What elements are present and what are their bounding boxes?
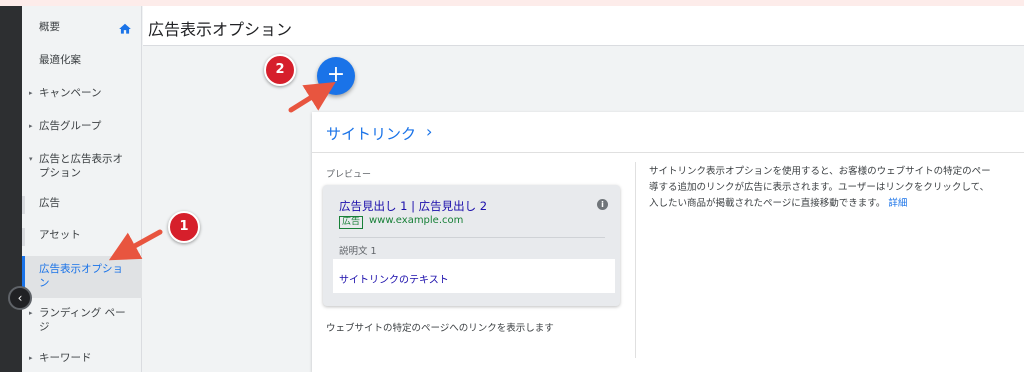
details-link[interactable]: 詳細 bbox=[888, 198, 907, 209]
ad-description: 説明文 1 bbox=[339, 246, 377, 257]
card-footer-text: ウェブサイトの特定のページへのリンクを表示します bbox=[326, 323, 554, 334]
sitelink-text: サイトリンクのテキスト bbox=[339, 275, 449, 286]
caret-right-icon: ▸ bbox=[29, 122, 33, 130]
add-button[interactable]: + bbox=[317, 57, 355, 95]
sitelink-preview: サイトリンクのテキスト bbox=[333, 259, 615, 293]
divider bbox=[312, 152, 1024, 153]
chevron-left-icon: ‹ bbox=[17, 291, 23, 305]
arrow-2 bbox=[288, 82, 336, 113]
caret-right-icon: ▸ bbox=[29, 354, 33, 362]
ad-badge: 広告 bbox=[339, 216, 364, 229]
card-title-link[interactable]: サイトリンク bbox=[326, 123, 416, 144]
home-icon bbox=[119, 23, 131, 34]
sidebar: 概要 最適化案 ▸ キャンペーン ▸ 広告グループ ▾ 広告と広告表示オ プショ… bbox=[22, 6, 142, 372]
ad-url: www.example.com bbox=[369, 215, 464, 226]
annotation-badge-2: 2 bbox=[264, 54, 296, 86]
sidebar-item-landing-pages[interactable]: ▸ ランディング ペー ジ bbox=[22, 306, 142, 338]
sidebar-item-ad-extensions[interactable]: 広告表示オプショ ン bbox=[22, 256, 142, 298]
app-rail bbox=[0, 6, 22, 372]
sidebar-item-ads-and-extensions[interactable]: ▾ 広告と広告表示オ プション bbox=[22, 152, 142, 184]
sitelink-card: サイトリンク › プレビュー 広告見出し 1 | 広告見出し 2 i 広告 ww… bbox=[312, 112, 1024, 372]
collapse-sidebar-button[interactable]: ‹ bbox=[8, 286, 32, 310]
sidebar-item-ads[interactable]: 広告 bbox=[22, 196, 142, 214]
sitelink-description: サイトリンク表示オプションを使用すると、お客様のウェブサイトの特定のペー 導する… bbox=[649, 166, 991, 209]
caret-right-icon: ▸ bbox=[29, 309, 33, 317]
preview-label: プレビュー bbox=[326, 170, 372, 180]
page-header: 広告表示オプション bbox=[143, 6, 1024, 46]
caret-right-icon: ▸ bbox=[29, 89, 33, 97]
chevron-right-icon[interactable]: › bbox=[426, 122, 432, 141]
info-icon[interactable]: i bbox=[597, 199, 608, 210]
page-title: 広告表示オプション bbox=[148, 20, 293, 39]
caret-down-icon: ▾ bbox=[29, 155, 33, 163]
divider bbox=[635, 162, 636, 358]
sidebar-item-keywords[interactable]: ▸ キーワード bbox=[22, 351, 142, 369]
sidebar-item-campaigns[interactable]: ▸ キャンペーン bbox=[22, 86, 142, 104]
sidebar-item-overview[interactable]: 概要 bbox=[22, 20, 142, 38]
sidebar-item-ad-groups[interactable]: ▸ 広告グループ bbox=[22, 119, 142, 137]
sidebar-item-assets[interactable]: アセット bbox=[22, 228, 142, 246]
ad-preview: 広告見出し 1 | 広告見出し 2 i 広告 www.example.com 説… bbox=[323, 185, 620, 306]
annotation-badge-1: 1 bbox=[168, 211, 200, 243]
sidebar-item-recommendations[interactable]: 最適化案 bbox=[22, 53, 142, 71]
divider bbox=[339, 237, 605, 238]
ad-headline: 広告見出し 1 | 広告見出し 2 bbox=[339, 199, 488, 213]
